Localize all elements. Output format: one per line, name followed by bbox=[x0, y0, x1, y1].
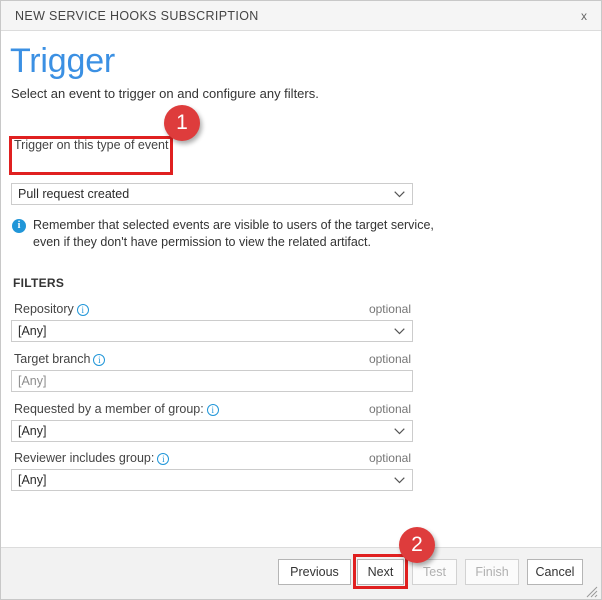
callout-badge-1: 1 bbox=[164, 105, 200, 141]
trigger-event-value: Pull request created bbox=[18, 187, 130, 201]
info-icon[interactable]: i bbox=[93, 354, 106, 366]
chevron-down-icon bbox=[394, 428, 405, 435]
new-service-hooks-subscription-dialog: NEW SERVICE HOOKS SUBSCRIPTION x Trigger… bbox=[0, 0, 602, 600]
events-visibility-note-text: Remember that selected events are visibl… bbox=[33, 218, 434, 249]
optional-label: optional bbox=[368, 352, 411, 366]
resize-grip-icon[interactable] bbox=[586, 585, 598, 598]
filter-value-requested-by-group: [Any] bbox=[18, 424, 47, 438]
previous-button[interactable]: Previous bbox=[278, 559, 351, 585]
chevron-down-icon bbox=[394, 477, 405, 484]
page-subtitle: Select an event to trigger on and config… bbox=[11, 86, 319, 101]
dialog-titlebar: NEW SERVICE HOOKS SUBSCRIPTION x bbox=[1, 1, 601, 31]
filter-value-target-branch: [Any] bbox=[18, 374, 47, 388]
close-icon[interactable]: x bbox=[571, 5, 597, 27]
info-icon[interactable]: i bbox=[76, 304, 89, 316]
callout-badge-2: 2 bbox=[399, 527, 435, 563]
filter-value-repository: [Any] bbox=[18, 324, 47, 338]
dialog-content: Trigger Select an event to trigger on an… bbox=[1, 32, 601, 546]
page-title: Trigger bbox=[10, 42, 116, 80]
trigger-event-select[interactable]: Pull request created bbox=[11, 183, 413, 205]
dialog-title: NEW SERVICE HOOKS SUBSCRIPTION bbox=[15, 9, 259, 23]
filter-input-target-branch[interactable]: [Any] bbox=[11, 370, 413, 392]
filter-select-reviewer-group[interactable]: [Any] bbox=[11, 469, 413, 491]
chevron-down-icon bbox=[394, 191, 405, 198]
cancel-button[interactable]: Cancel bbox=[527, 559, 583, 585]
filter-value-reviewer-group: [Any] bbox=[18, 473, 47, 487]
filter-label-repository: Repository i bbox=[14, 302, 89, 316]
filter-label-target-branch: Target branch i bbox=[14, 352, 106, 366]
chevron-down-icon bbox=[394, 328, 405, 335]
optional-label: optional bbox=[368, 451, 411, 465]
optional-label: optional bbox=[368, 302, 411, 316]
info-icon[interactable]: i bbox=[206, 404, 219, 416]
filter-select-repository[interactable]: [Any] bbox=[11, 320, 413, 342]
info-icon: i bbox=[12, 219, 26, 233]
trigger-event-label: Trigger on this type of event bbox=[14, 138, 169, 152]
optional-label: optional bbox=[368, 402, 411, 416]
dialog-footer: Previous Next Test Finish Cancel bbox=[1, 547, 601, 599]
filters-section-header: FILTERS bbox=[13, 276, 65, 290]
filter-select-requested-by-group[interactable]: [Any] bbox=[11, 420, 413, 442]
finish-button: Finish bbox=[465, 559, 519, 585]
filter-label-requested-by-group: Requested by a member of group: i bbox=[14, 402, 219, 416]
next-button[interactable]: Next bbox=[357, 559, 404, 585]
filter-label-reviewer-group: Reviewer includes group: i bbox=[14, 451, 170, 465]
info-icon[interactable]: i bbox=[157, 453, 170, 465]
